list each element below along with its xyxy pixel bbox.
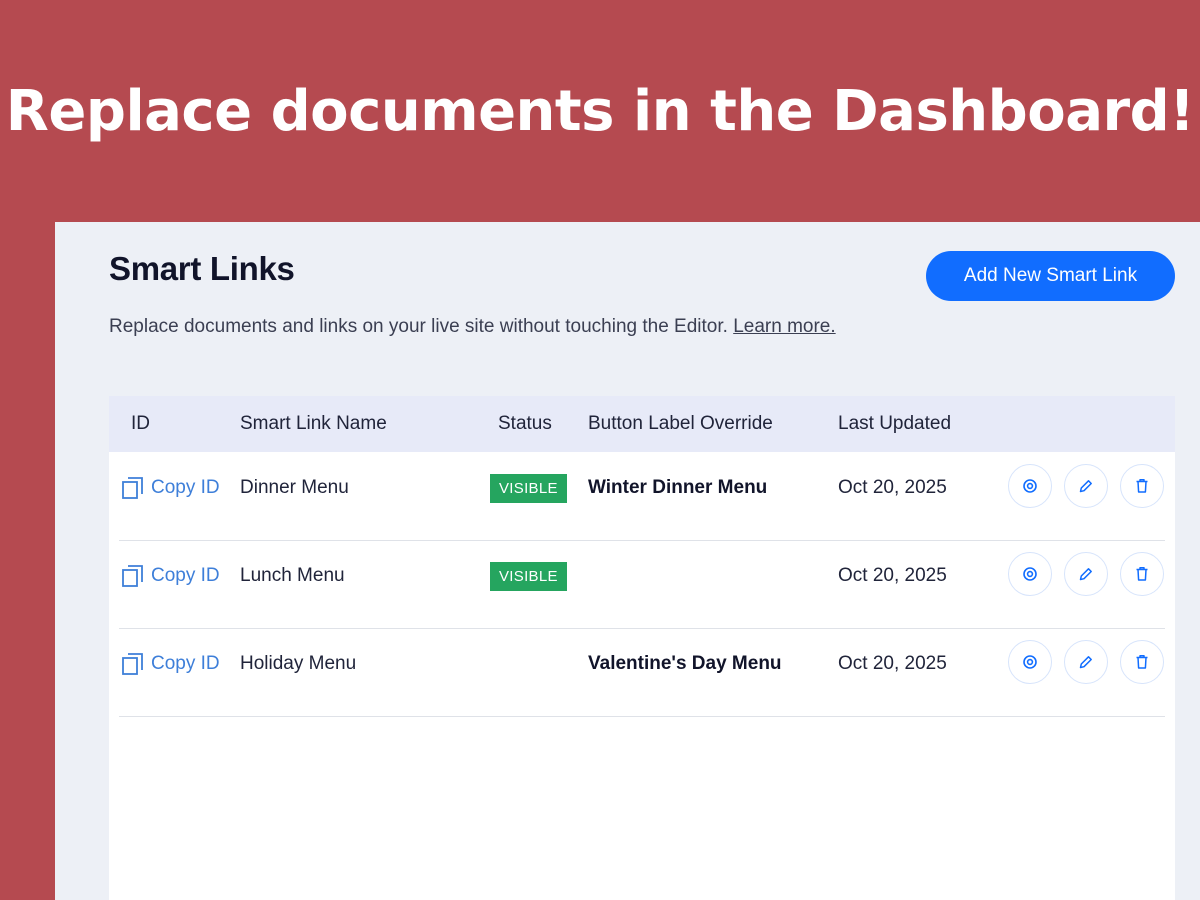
copy-icon — [122, 653, 143, 675]
delete-button[interactable] — [1120, 640, 1164, 684]
status-cell: VISIBLE — [490, 540, 567, 612]
last-updated: Oct 20, 2025 — [838, 565, 947, 586]
table-header: ID Smart Link Name Status Button Label O… — [109, 396, 1175, 452]
button-label-override: Valentine's Day Menu — [588, 653, 782, 674]
copy-id-label: Copy ID — [151, 477, 220, 498]
smart-link-name: Holiday Menu — [240, 653, 357, 674]
trash-icon — [1136, 567, 1148, 581]
button-label-override: Winter Dinner Menu — [588, 477, 768, 498]
pencil-icon — [1079, 568, 1092, 581]
eye-icon — [1023, 567, 1037, 581]
copy-id-button[interactable]: Copy ID — [122, 628, 220, 700]
copy-icon — [122, 565, 143, 587]
eye-icon — [1023, 479, 1037, 493]
view-button[interactable] — [1008, 640, 1052, 684]
table-row: Copy ID Dinner Menu VISIBLE Winter Dinne… — [119, 452, 1165, 541]
smart-link-name: Dinner Menu — [240, 477, 349, 498]
page-title: Smart Links — [109, 250, 295, 287]
table-row: Copy ID Lunch Menu VISIBLE Oct 20, 2025 — [119, 540, 1165, 629]
eye-icon — [1023, 655, 1037, 669]
edit-button[interactable] — [1064, 552, 1108, 596]
view-button[interactable] — [1008, 464, 1052, 508]
learn-more-link[interactable]: Learn more. — [733, 316, 835, 337]
copy-id-button[interactable]: Copy ID — [122, 540, 220, 612]
edit-button[interactable] — [1064, 464, 1108, 508]
smart-links-table: ID Smart Link Name Status Button Label O… — [109, 396, 1175, 900]
status-badge: VISIBLE — [490, 473, 567, 503]
copy-icon — [122, 477, 143, 499]
last-updated: Oct 20, 2025 — [838, 477, 947, 498]
trash-icon — [1136, 655, 1148, 669]
last-updated: Oct 20, 2025 — [838, 653, 947, 674]
banner-title: Replace documents in the Dashboard! — [5, 79, 1195, 144]
smart-link-name: Lunch Menu — [240, 565, 345, 586]
status-badge: VISIBLE — [490, 561, 567, 591]
column-header-last-updated: Last Updated — [838, 413, 952, 434]
delete-button[interactable] — [1120, 552, 1164, 596]
subtitle-text: Replace documents and links on your live… — [109, 316, 728, 337]
smart-links-panel: Smart Links Add New Smart Link Replace d… — [55, 222, 1200, 900]
add-new-smart-link-button[interactable]: Add New Smart Link — [926, 251, 1175, 301]
column-header-label-override: Button Label Override — [588, 413, 773, 434]
column-header-id: ID — [131, 413, 150, 434]
delete-button[interactable] — [1120, 464, 1164, 508]
copy-id-button[interactable]: Copy ID — [122, 452, 220, 524]
pencil-icon — [1079, 480, 1092, 493]
page-subtitle: Replace documents and links on your live… — [109, 316, 836, 338]
pencil-icon — [1079, 656, 1092, 669]
copy-id-label: Copy ID — [151, 653, 220, 674]
status-cell: VISIBLE — [490, 452, 567, 524]
table-row: Copy ID Holiday Menu Valentine's Day Men… — [119, 628, 1165, 717]
column-header-name: Smart Link Name — [240, 413, 387, 434]
copy-id-label: Copy ID — [151, 565, 220, 586]
column-header-status: Status — [498, 413, 552, 434]
trash-icon — [1136, 479, 1148, 493]
edit-button[interactable] — [1064, 640, 1108, 684]
view-button[interactable] — [1008, 552, 1052, 596]
